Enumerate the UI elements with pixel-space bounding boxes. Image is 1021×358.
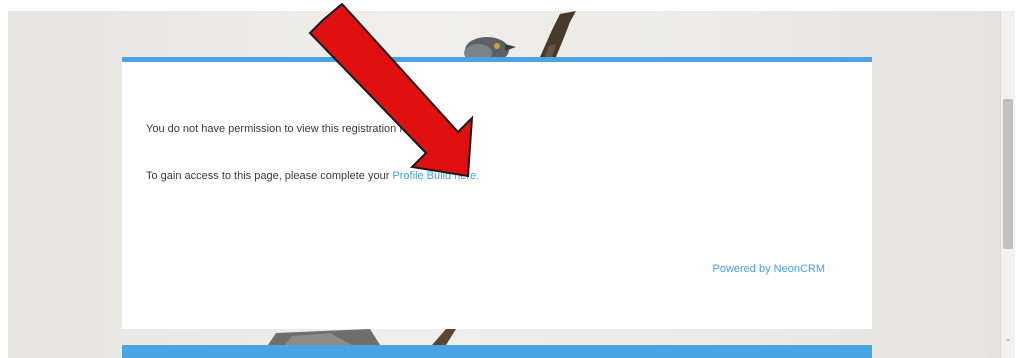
- red-arrow-icon: [308, 2, 474, 178]
